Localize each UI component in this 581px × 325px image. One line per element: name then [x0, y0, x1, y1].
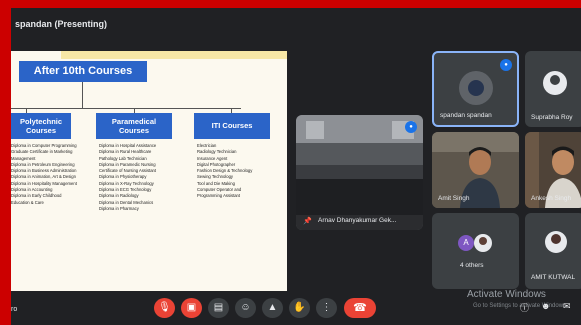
avatar — [459, 71, 493, 105]
emoji-button[interactable]: ☺ — [235, 298, 256, 318]
avatar: A — [458, 235, 474, 251]
participant-name: spandan spandan — [440, 112, 492, 119]
avatar-logo-icon — [468, 80, 484, 96]
participant-name: Suprabha Roy — [531, 114, 573, 121]
more-vert-icon: ⋮ — [321, 302, 332, 313]
participant-tile-amit[interactable]: Amit Singh — [432, 132, 519, 208]
avatar — [474, 234, 492, 252]
pinned-participant-name: Arnav Dhanyakumar Gek... — [318, 217, 397, 224]
polytechnic-heading: Polytechnic Courses — [11, 113, 71, 139]
mic-off-icon: 🎙 — [158, 302, 171, 313]
self-name: ro — [11, 306, 18, 313]
slide-top-band — [61, 51, 287, 59]
person-icon — [550, 75, 560, 85]
iti-heading: ITI Courses — [194, 113, 270, 139]
people-icon[interactable]: ☻ — [541, 301, 550, 311]
chat-icon[interactable]: ✉ — [563, 301, 571, 312]
mic-toggle-button[interactable]: 🎙 — [154, 298, 175, 318]
connector — [11, 108, 241, 109]
raise-hand-icon: ✋ — [293, 302, 306, 313]
captions-button[interactable]: ▤ — [208, 298, 229, 318]
classroom-video — [296, 115, 423, 230]
captions-icon: ▤ — [213, 302, 224, 313]
heading-line: Courses — [118, 126, 149, 135]
paramedical-heading: Paramedical Courses — [96, 113, 172, 139]
camera-off-icon: ▣ — [186, 302, 197, 313]
info-icon[interactable]: ⓘ — [520, 301, 529, 314]
iti-list: Electrician Radiology Technician Insuran… — [197, 143, 285, 200]
present-button[interactable]: ▲ — [262, 298, 283, 318]
heading-line: Paramedical — [111, 117, 157, 126]
connector — [82, 82, 83, 108]
camera-toggle-button[interactable]: ▣ — [181, 298, 202, 318]
activate-windows-title: Activate Windows — [467, 289, 546, 300]
heading-line: Courses — [25, 126, 56, 135]
end-call-button[interactable]: ☎ — [344, 298, 376, 318]
person-icon — [551, 234, 561, 244]
more-options-button[interactable]: ⋮ — [316, 298, 337, 318]
slide-title: After 10th Courses — [19, 61, 147, 82]
pin-icon[interactable]: 📌 — [303, 217, 312, 225]
participant-name: AMIT KUTWAL — [531, 274, 576, 281]
list-item: Education & Care — [11, 199, 44, 205]
phone-hangup-icon: ☎ — [353, 302, 367, 314]
raise-hand-button[interactable]: ✋ — [289, 298, 310, 318]
polytechnic-list: Diploma in Computer Programming Graduate… — [11, 143, 89, 206]
presentation-slide: After 10th Courses Polytechnic Courses P… — [11, 51, 287, 291]
speaking-icon: ● — [405, 121, 417, 133]
participant-tile-ankesh[interactable]: Ankesh Singh — [525, 132, 581, 208]
meet-window: spandan (Presenting) After 10th Courses … — [11, 8, 581, 325]
speaking-icon: ● — [500, 59, 512, 71]
heading-line: ITI Courses — [211, 121, 253, 130]
participant-tile-amit-kutwal[interactable]: AMIT KUTWAL — [525, 213, 581, 289]
avatar — [545, 231, 567, 253]
avatar — [543, 71, 567, 95]
participant-name: Ankesh Singh — [531, 195, 572, 202]
pinned-video-tile[interactable]: ● 📌 Arnav Dhanyakumar Gek... — [296, 115, 423, 230]
heading-line: Polytechnic — [19, 117, 63, 126]
emoji-icon: ☺ — [240, 302, 251, 313]
participant-tile-others[interactable]: A 4 others — [432, 213, 519, 289]
presenter-label: spandan (Presenting) — [15, 19, 108, 29]
list-item: Diploma in Pharmacy — [99, 205, 139, 211]
participant-tile-spandan[interactable]: ● spandan spandan — [432, 51, 519, 127]
present-screen-icon: ▲ — [267, 302, 278, 313]
participant-name: 4 others — [460, 262, 484, 269]
person-icon — [479, 237, 487, 245]
participant-tile-suprabha[interactable]: Suprabha Roy — [525, 51, 581, 127]
list-item: Programming Assistant — [197, 193, 241, 199]
participant-name: Amit Singh — [438, 195, 470, 202]
paramedical-list: Diploma in Hospital Assistance Diploma i… — [99, 143, 189, 212]
